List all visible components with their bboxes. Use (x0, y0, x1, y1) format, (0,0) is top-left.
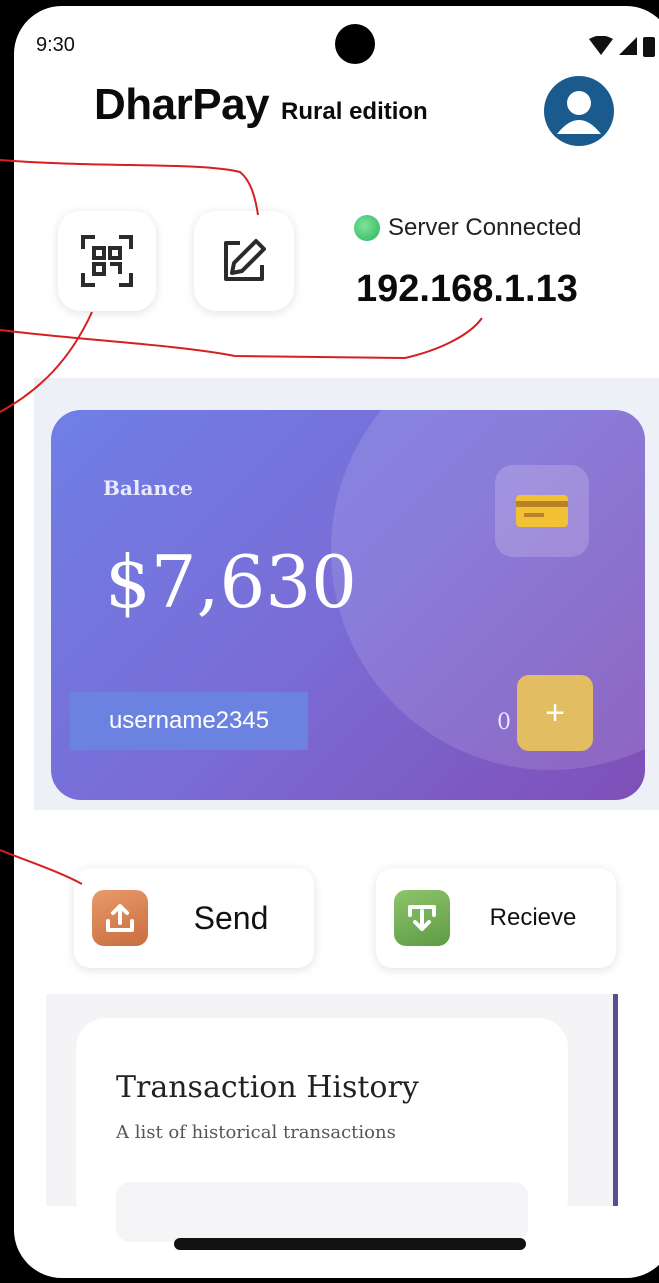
status-dot (354, 215, 380, 241)
qr-scan-icon (81, 235, 133, 287)
status-time: 9:30 (36, 34, 75, 56)
status-icons (588, 36, 656, 57)
balance-card: Balance $7,630 username2345 0 + (51, 410, 645, 800)
user-icon (557, 91, 601, 134)
history-title: Transaction History (116, 1070, 419, 1105)
avatar[interactable] (544, 76, 614, 146)
receive-button[interactable]: Recieve (376, 868, 616, 968)
receive-label: Recieve (489, 904, 577, 931)
phone-screen: 9:30 DharPay Rural edition Server Connec… (14, 6, 659, 1278)
server-ip: 192.168.1.13 (356, 268, 578, 310)
card-partial-text: 0 (497, 710, 511, 735)
download-icon (394, 890, 450, 946)
server-status: Server Connected (354, 214, 581, 242)
wifi-icon (589, 36, 613, 55)
history-container: Transaction History A list of historical… (46, 994, 618, 1242)
app-edition: Rural edition (281, 98, 428, 125)
balance-card-container: Balance $7,630 username2345 0 + (34, 378, 659, 810)
app-title: DharPay Rural edition (94, 80, 428, 130)
battery-icon (643, 37, 655, 57)
upload-icon (92, 890, 148, 946)
edit-icon (224, 239, 266, 281)
app-brand: DharPay (94, 80, 270, 129)
send-button[interactable]: Send (74, 868, 314, 968)
server-status-text: Server Connected (388, 214, 582, 241)
qr-scan-button[interactable] (58, 211, 156, 311)
history-card: Transaction History A list of historical… (76, 1018, 568, 1242)
edit-button[interactable] (194, 211, 294, 311)
card-glow (331, 410, 645, 770)
credit-card-icon (516, 495, 568, 527)
balance-amount: $7,630 (105, 540, 357, 624)
home-indicator[interactable] (174, 1238, 526, 1250)
card-username: username2345 (70, 692, 308, 750)
camera-cutout (335, 24, 375, 64)
send-label: Send (193, 899, 269, 936)
list-item[interactable] (116, 1182, 528, 1242)
card-chip (495, 465, 589, 557)
history-subtitle: A list of historical transactions (116, 1122, 396, 1143)
add-funds-button[interactable]: + (517, 675, 593, 751)
balance-label: Balance (103, 476, 193, 500)
signal-icon (619, 37, 637, 55)
